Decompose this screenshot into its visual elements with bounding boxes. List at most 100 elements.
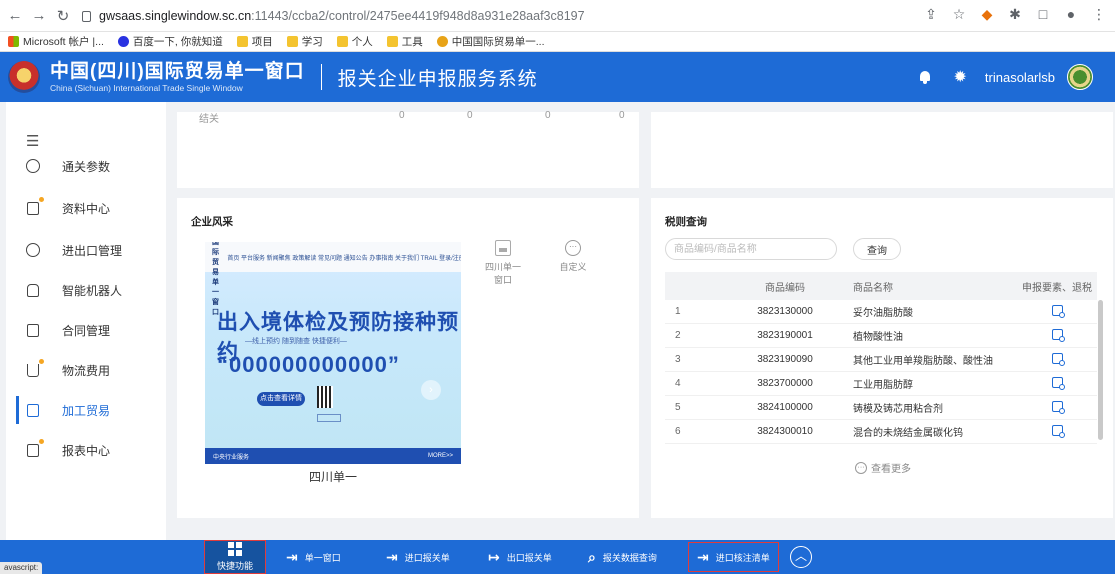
processing-icon bbox=[24, 401, 42, 419]
single-window-link[interactable]: ⇥ 单一窗口 bbox=[286, 540, 341, 574]
username[interactable]: trinasolarlsb bbox=[985, 70, 1055, 85]
search-detail-icon[interactable] bbox=[1051, 352, 1065, 366]
bookmark-single-window[interactable]: 中国国际贸易单一... bbox=[436, 34, 545, 49]
logout-arrow-icon: ↦ bbox=[488, 549, 500, 565]
bookmark-microsoft[interactable]: Microsoft 帐户 |... bbox=[8, 34, 104, 49]
panel-title: 税则查询 bbox=[665, 216, 707, 228]
search-detail-icon[interactable] bbox=[1051, 328, 1065, 342]
report-icon bbox=[24, 439, 44, 459]
folder-icon bbox=[286, 36, 298, 47]
star-icon[interactable]: ☆ bbox=[951, 6, 967, 23]
gear-icon[interactable]: ✹ bbox=[954, 67, 967, 87]
avatar[interactable] bbox=[1067, 64, 1093, 90]
row-index: 2 bbox=[675, 330, 681, 341]
commodity-name: 妥尔油脂肪酸 bbox=[853, 308, 913, 319]
cart-icon bbox=[24, 359, 44, 379]
bookmark-tools[interactable]: 工具 bbox=[386, 34, 423, 49]
address-bar[interactable]: gwsaas.singlewindow.sc.cn:11443/ccba2/co… bbox=[82, 4, 585, 28]
commodity-code: 3823190001 bbox=[757, 330, 813, 341]
column-header: 申报要素、退税 bbox=[1022, 282, 1092, 294]
search-detail-icon[interactable] bbox=[1051, 376, 1065, 390]
sidebar-item-label: 物流费用 bbox=[62, 363, 111, 378]
share-icon[interactable]: ⇪ bbox=[923, 6, 939, 23]
clearance-value: 0 bbox=[619, 110, 625, 121]
scrollbar[interactable] bbox=[1098, 300, 1103, 440]
more-icon: ··· bbox=[855, 461, 867, 474]
export-declaration-link[interactable]: ↦ 出口报关单 bbox=[488, 540, 552, 574]
shield-extension-icon[interactable]: ◆ bbox=[979, 6, 995, 23]
sidebar-item-processing-trade[interactable]: 加工贸易 bbox=[6, 396, 166, 424]
clearance-label: 结关 bbox=[199, 114, 219, 125]
profile-icon[interactable]: ● bbox=[1063, 6, 1079, 23]
side-panel-icon[interactable]: □ bbox=[1035, 6, 1051, 23]
extensions-icon[interactable]: ✱ bbox=[1007, 6, 1023, 23]
commodity-code: 3823130000 bbox=[757, 306, 813, 317]
sidebar-item-logistics[interactable]: 物流费用 bbox=[6, 356, 166, 384]
table-row: 4 3823700000 工业用脂肪醇 bbox=[665, 372, 1097, 396]
banner-footer-more[interactable]: MORE>> bbox=[428, 453, 453, 459]
sidebar-item-data-center[interactable]: 资料中心 bbox=[6, 194, 166, 222]
quick-link-sichuan-single-window[interactable]: 四川单一窗口 bbox=[481, 240, 525, 286]
banner-caption: 四川单一 bbox=[308, 470, 357, 484]
banner-detail-button[interactable]: 点击查看详情 bbox=[257, 392, 305, 406]
sidebar-item-robot[interactable]: 智能机器人 bbox=[6, 276, 166, 304]
sidebar-item-import-export[interactable]: 进出口管理 bbox=[6, 236, 166, 264]
collapse-menu-icon[interactable]: ☰ bbox=[26, 132, 40, 150]
sidebar-item-contract[interactable]: 合同管理 bbox=[6, 316, 166, 344]
reload-icon[interactable]: ↻ bbox=[54, 7, 72, 25]
qr-label bbox=[317, 414, 341, 422]
single-window-logo-icon bbox=[436, 36, 448, 47]
commodity-search-input[interactable] bbox=[665, 238, 837, 260]
grid-icon bbox=[228, 542, 242, 556]
view-more-link[interactable]: ··· 查看更多 bbox=[855, 460, 911, 475]
banner-menu: 首页 平台服务 新闻聚焦 政策解读 常见问题 通知公告 办事指南 关于我们 TR… bbox=[227, 255, 461, 262]
bottom-item-label: 进口核注清单 bbox=[715, 552, 770, 563]
search-detail-icon[interactable] bbox=[1051, 424, 1065, 438]
commodity-name: 植物酸性油 bbox=[853, 332, 903, 343]
bookmark-study[interactable]: 学习 bbox=[286, 34, 323, 49]
table-row: 5 3824100000 铸模及铸芯用粘合剂 bbox=[665, 396, 1097, 420]
chevron-right-icon[interactable]: › bbox=[421, 380, 441, 400]
qr-code-icon bbox=[317, 386, 333, 408]
commodity-name: 混合的未烧结金属碳化钨 bbox=[853, 428, 963, 439]
import-declaration-link[interactable]: ⇥ 进口报关单 bbox=[386, 540, 450, 574]
banner-header: 中国(四川)国际贸易单一窗口 首页 平台服务 新闻聚焦 政策解读 常见问题 通知… bbox=[205, 242, 461, 316]
declaration-data-query-link[interactable]: ⌕ 报关数据查询 bbox=[588, 540, 657, 574]
bell-icon[interactable] bbox=[918, 70, 932, 84]
panel-title: 企业风采 bbox=[191, 216, 233, 228]
bookmark-baidu[interactable]: 百度一下, 你就知道 bbox=[117, 34, 223, 49]
forward-icon[interactable]: → bbox=[30, 7, 48, 24]
search-detail-icon[interactable] bbox=[1051, 400, 1065, 414]
commodity-name: 其他工业用单羧脂肪酸、酸性油 bbox=[853, 356, 993, 367]
query-button[interactable]: 查询 bbox=[853, 238, 901, 260]
bottom-item-label: 进口报关单 bbox=[404, 552, 450, 563]
back-icon[interactable]: ← bbox=[6, 7, 24, 24]
folder-icon bbox=[236, 36, 248, 47]
search-detail-icon[interactable] bbox=[1051, 304, 1065, 318]
status-bar-text: avascript: bbox=[0, 562, 43, 574]
sidebar-item-reports[interactable]: 报表中心 bbox=[6, 436, 166, 464]
bottom-item-label: 出口报关单 bbox=[506, 552, 552, 563]
clearance-value: 0 bbox=[545, 110, 551, 121]
column-header: 商品编码 bbox=[765, 282, 805, 294]
table-row: 2 3823190001 植物酸性油 bbox=[665, 324, 1097, 348]
table-row: 3 3823190090 其他工业用单羧脂肪酸、酸性油 bbox=[665, 348, 1097, 372]
bookmark-projects[interactable]: 项目 bbox=[236, 34, 273, 49]
bookmark-personal[interactable]: 个人 bbox=[336, 34, 373, 49]
sidebar-item-customs-params[interactable]: 通关参数 bbox=[6, 152, 166, 180]
banner-subtitle: —线上预约 随到随查 快捷便利— bbox=[245, 338, 347, 345]
clearance-value: 0 bbox=[467, 110, 473, 121]
banner-footer: 中央行业服务 MORE>> bbox=[205, 448, 461, 464]
quick-functions-button[interactable]: 快捷功能 bbox=[204, 540, 266, 574]
row-index: 3 bbox=[675, 354, 681, 365]
tariff-table: 商品编码 商品名称 申报要素、退税 1 3823130000 妥尔油脂肪酸 2 … bbox=[665, 272, 1097, 444]
quick-link-custom[interactable]: ··· 自定义 bbox=[551, 240, 595, 273]
row-index: 6 bbox=[675, 426, 681, 437]
login-arrow-icon: ⇥ bbox=[286, 549, 298, 565]
scroll-to-top-button[interactable]: ︿ bbox=[790, 546, 812, 568]
kebab-menu-icon[interactable]: ⋮ bbox=[1091, 6, 1107, 23]
showcase-banner[interactable]: 中国(四川)国际贸易单一窗口 首页 平台服务 新闻聚焦 政策解读 常见问题 通知… bbox=[205, 242, 461, 464]
import-verification-list-link[interactable]: ⇥ 进口核注清单 bbox=[688, 542, 779, 572]
check-circle-icon bbox=[24, 241, 42, 259]
enterprise-showcase-panel: 企业风采 中国(四川)国际贸易单一窗口 首页 平台服务 新闻聚焦 政策解读 常见… bbox=[177, 198, 639, 518]
